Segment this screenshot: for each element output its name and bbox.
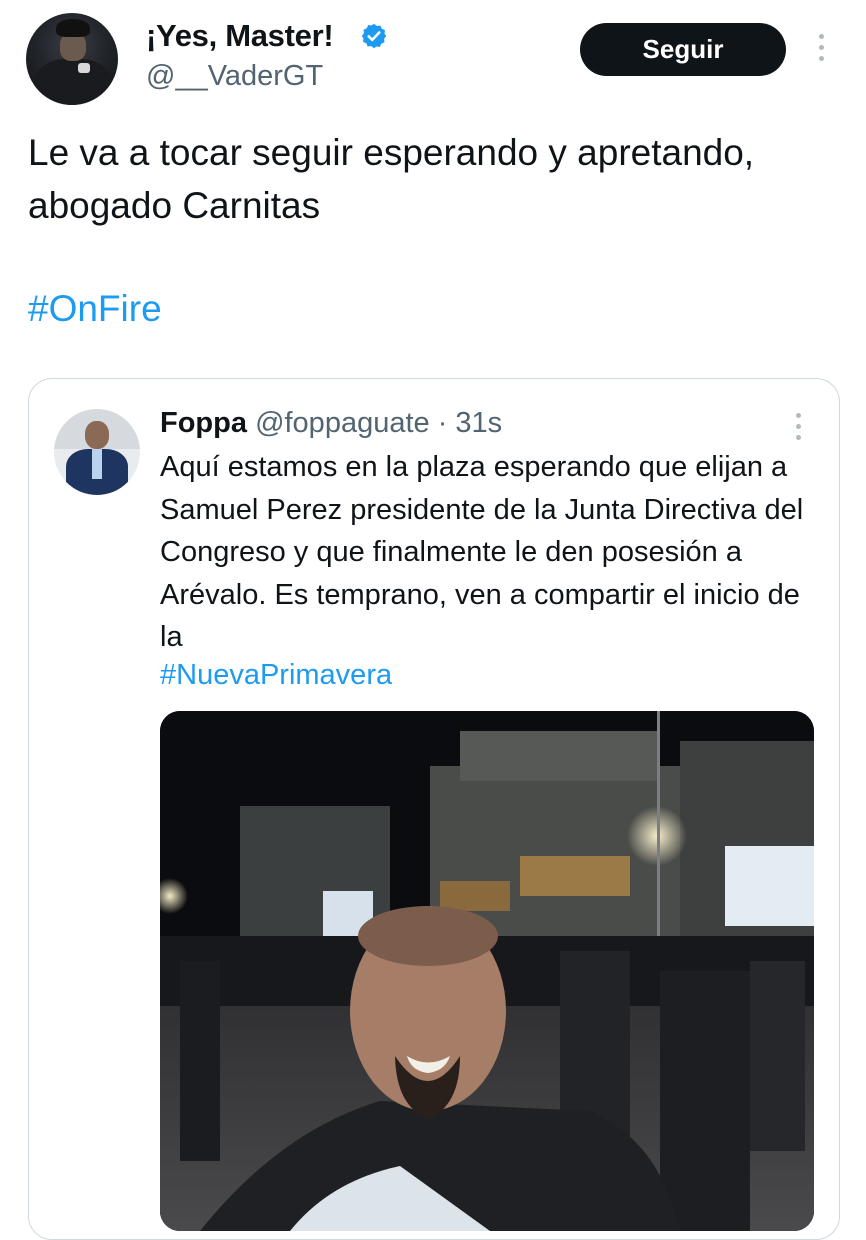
verified-badge-icon	[361, 23, 387, 49]
quoted-author-name[interactable]: Foppa	[160, 407, 247, 439]
quoted-tweet-card[interactable]: Foppa @foppaguate · 31s Aquí estamos en …	[28, 378, 840, 1240]
quoted-author-avatar[interactable]	[54, 409, 140, 495]
tweet-text: Le va a tocar seguir esperando y apretan…	[28, 132, 755, 226]
more-options-icon[interactable]	[816, 34, 826, 66]
follow-button[interactable]: Seguir	[580, 23, 786, 76]
author-handle[interactable]: @__VaderGT	[146, 60, 323, 93]
author-avatar[interactable]	[26, 13, 118, 105]
quoted-tweet-text: Aquí estamos en la plaza esperando que e…	[160, 451, 804, 653]
quoted-header: Foppa @foppaguate · 31s	[160, 407, 502, 440]
author-display-name[interactable]: ¡Yes, Master!	[146, 18, 334, 54]
night-plaza-selfie-image	[160, 711, 814, 1231]
hashtag-link[interactable]: #OnFire	[28, 288, 162, 330]
quoted-author-meta: @foppaguate · 31s	[255, 407, 503, 439]
quoted-tweet-photo[interactable]	[160, 711, 814, 1231]
quoted-more-options-icon[interactable]	[793, 413, 803, 443]
quoted-hashtag-link[interactable]: #NuevaPrimavera	[160, 659, 392, 692]
